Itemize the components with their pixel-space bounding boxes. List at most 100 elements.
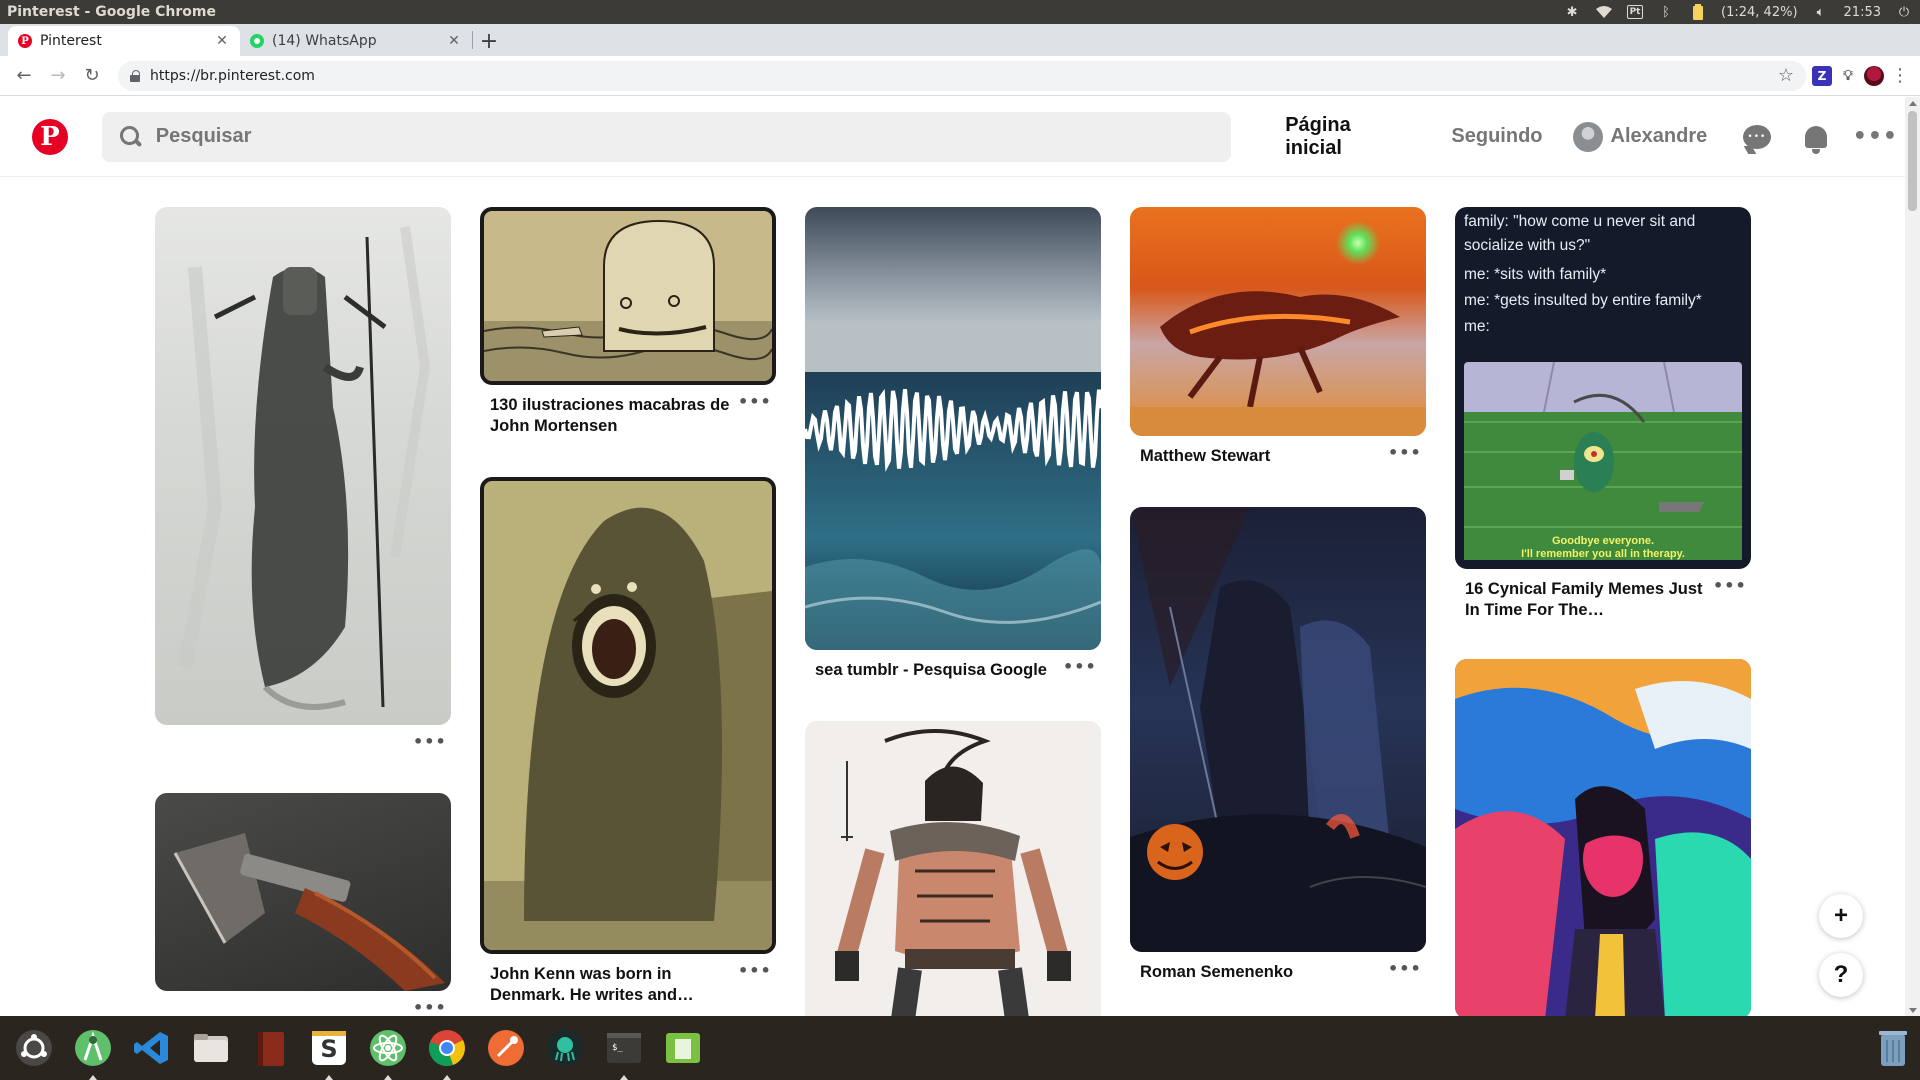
clock[interactable]: 21:53: [1844, 5, 1881, 20]
pin-meta: Roman Semenenko •••: [1130, 952, 1426, 983]
pin-card[interactable]: •••: [155, 207, 451, 750]
pin-image[interactable]: [805, 207, 1101, 650]
browser-toolbar: ← → ↻ https://br.pinterest.com ☆ Z 💡︎ ⋮: [0, 56, 1920, 96]
settings-gear-icon[interactable]: ✱: [1563, 3, 1581, 21]
pin-card[interactable]: sea tumblr - Pesquisa Google •••: [805, 207, 1101, 681]
volume-icon[interactable]: 🔈︎: [1812, 3, 1830, 21]
create-pin-button[interactable]: +: [1819, 894, 1863, 938]
url-text[interactable]: https://br.pinterest.com: [150, 68, 1768, 84]
pin-image[interactable]: [480, 477, 776, 954]
pin-more-icon[interactable]: •••: [413, 1000, 446, 1016]
address-bar[interactable]: https://br.pinterest.com ☆: [118, 60, 1806, 91]
vscode-icon[interactable]: [128, 1024, 176, 1072]
pin-card[interactable]: [1455, 659, 1751, 1016]
pin-more-icon[interactable]: •••: [1388, 445, 1421, 461]
pin-title[interactable]: John Kenn was born in Denmark. He writes…: [490, 964, 738, 1006]
book-icon[interactable]: [246, 1024, 294, 1072]
search-bar[interactable]: [101, 111, 1232, 162]
more-options-button[interactable]: •••: [1846, 124, 1905, 149]
pin-image[interactable]: family: "how come u never sit and social…: [1455, 207, 1751, 569]
pinterest-logo-icon[interactable]: P: [32, 118, 68, 155]
back-button[interactable]: ←: [10, 62, 38, 90]
help-button[interactable]: ?: [1819, 953, 1863, 997]
atom-icon[interactable]: [364, 1024, 412, 1080]
pin-card[interactable]: [805, 721, 1101, 1016]
pin-more-icon[interactable]: •••: [413, 734, 446, 750]
pin-more-icon[interactable]: •••: [1063, 659, 1096, 675]
pin-title[interactable]: sea tumblr - Pesquisa Google: [815, 660, 1063, 681]
close-tab-icon[interactable]: ✕: [446, 33, 462, 49]
postman-icon[interactable]: [482, 1024, 530, 1072]
pin-meta: 130 ilustraciones macabras de John Morte…: [480, 385, 776, 437]
notifications-button[interactable]: [1786, 125, 1845, 154]
pin-meta: sea tumblr - Pesquisa Google •••: [805, 650, 1101, 681]
lightbulb-extension-icon[interactable]: 💡︎: [1838, 66, 1858, 86]
pin-grid: ••• ••• 130 ilustraciones macabras de Jo…: [0, 178, 1905, 1016]
page-scrollbar[interactable]: [1905, 97, 1920, 1017]
gitkraken-icon[interactable]: [541, 1024, 589, 1072]
pin-title[interactable]: 16 Cynical Family Memes Just In Time For…: [1465, 579, 1713, 621]
browser-tab-strip: P Pinterest ✕ (14) WhatsApp ✕ +: [0, 24, 1920, 56]
system-monitor-icon[interactable]: [659, 1024, 707, 1072]
pin-meta: •••: [155, 991, 451, 1016]
pin-card[interactable]: family: "how come u never sit and social…: [1455, 207, 1751, 621]
meme-line: me:: [1464, 318, 1490, 335]
browser-menu-icon[interactable]: ⋮: [1890, 65, 1910, 86]
android-studio-icon[interactable]: [69, 1024, 117, 1080]
pin-card[interactable]: 130 ilustraciones macabras de John Morte…: [480, 207, 776, 437]
pin-image[interactable]: [805, 721, 1101, 1016]
pin-card[interactable]: John Kenn was born in Denmark. He writes…: [480, 477, 776, 1006]
pin-more-icon[interactable]: •••: [1713, 578, 1746, 594]
profile-avatar[interactable]: [1864, 65, 1884, 86]
wifi-icon[interactable]: [1595, 3, 1613, 21]
os-dock: S $_: [0, 1016, 1920, 1080]
nav-profile[interactable]: Alexandre: [1563, 121, 1728, 152]
pin-more-icon[interactable]: •••: [738, 963, 771, 979]
pin-image[interactable]: [155, 793, 451, 991]
new-tab-button[interactable]: +: [473, 26, 505, 56]
chrome-icon[interactable]: [423, 1024, 471, 1080]
search-input[interactable]: [155, 125, 1214, 148]
nav-following[interactable]: Seguindo: [1431, 125, 1562, 148]
ubuntu-icon[interactable]: [10, 1024, 58, 1072]
pin-more-icon[interactable]: •••: [1388, 961, 1421, 977]
scrollbar-thumb[interactable]: [1908, 111, 1917, 211]
pin-image[interactable]: [480, 207, 776, 385]
files-icon[interactable]: [187, 1024, 235, 1072]
bluetooth-icon[interactable]: ᛒ: [1657, 3, 1675, 21]
messages-button[interactable]: [1727, 124, 1786, 149]
close-tab-icon[interactable]: ✕: [214, 33, 230, 49]
trash-icon[interactable]: [1878, 1028, 1908, 1068]
running-indicator: [89, 1075, 97, 1080]
search-icon: [119, 125, 142, 148]
battery-icon[interactable]: [1689, 3, 1707, 21]
forward-button[interactable]: →: [44, 62, 72, 90]
keyboard-layout-indicator[interactable]: Pt: [1627, 5, 1644, 19]
pin-card[interactable]: Matthew Stewart •••: [1130, 207, 1426, 467]
pin-title[interactable]: 130 ilustraciones macabras de John Morte…: [490, 395, 738, 437]
tab-pinterest[interactable]: P Pinterest ✕: [8, 26, 240, 56]
pin-title[interactable]: Roman Semenenko: [1140, 962, 1388, 983]
pin-card[interactable]: •••: [155, 793, 451, 1016]
pin-image[interactable]: [1455, 659, 1751, 1016]
reload-button[interactable]: ↻: [78, 62, 106, 90]
zotero-extension-icon[interactable]: Z: [1812, 65, 1832, 86]
meme-caption: I'll remember you all in therapy.: [1521, 548, 1685, 560]
battery-status[interactable]: (1:24, 42%): [1721, 5, 1798, 20]
pin-image[interactable]: [155, 207, 451, 725]
lock-icon[interactable]: [130, 69, 140, 82]
pin-more-icon[interactable]: •••: [738, 394, 771, 410]
slack-icon[interactable]: S: [305, 1024, 353, 1080]
scroll-down-arrow-icon[interactable]: [1909, 1008, 1917, 1013]
nav-home[interactable]: Página inicial: [1265, 114, 1431, 160]
tab-whatsapp[interactable]: (14) WhatsApp ✕: [240, 26, 472, 56]
pin-meta: 16 Cynical Family Memes Just In Time For…: [1455, 569, 1751, 621]
scroll-up-arrow-icon[interactable]: [1909, 101, 1917, 106]
terminal-icon[interactable]: $_: [600, 1024, 648, 1080]
pin-title[interactable]: Matthew Stewart: [1140, 446, 1388, 467]
pin-card[interactable]: Roman Semenenko •••: [1130, 507, 1426, 983]
pin-image[interactable]: [1130, 207, 1426, 436]
power-icon[interactable]: ⏻: [1895, 3, 1913, 21]
pin-image[interactable]: [1130, 507, 1426, 952]
bookmark-star-icon[interactable]: ☆: [1778, 65, 1794, 86]
